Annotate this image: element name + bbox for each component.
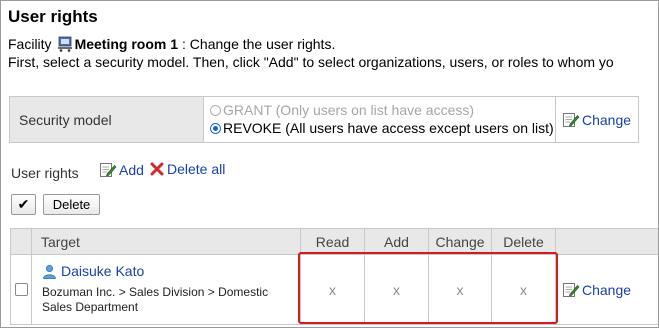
add-permission-value: x (393, 281, 400, 298)
user-name-link[interactable]: Daisuke Kato (61, 263, 144, 279)
user-rights-table: Target Read Add Change Delete Daisuke Ka… (10, 228, 658, 325)
security-model-label: Security model (10, 97, 204, 142)
target-cell: Daisuke Kato Bozuman Inc. > Sales Divisi… (32, 255, 301, 324)
delete-all-button[interactable]: Delete all (150, 161, 225, 177)
org-path: Bozuman Inc. > Sales Division > Domestic… (42, 285, 269, 314)
header-read: Read (301, 229, 365, 254)
revoke-option-label[interactable]: REVOKE (All users have access except use… (223, 120, 554, 136)
user-icon (42, 264, 57, 279)
grant-option: GRANT (Only users on list have access) (210, 101, 555, 119)
header-delete: Delete (492, 229, 556, 254)
security-model-change[interactable]: Change (556, 97, 638, 142)
facility-description: : Change the user rights. (182, 36, 336, 52)
row-change-link[interactable]: Change (582, 282, 631, 298)
facility-label: Facility (8, 36, 52, 52)
user-line[interactable]: Daisuke Kato (42, 263, 282, 279)
user-rights-title: User rights (11, 165, 79, 181)
header-change: Change (429, 229, 492, 254)
security-model-options: GRANT (Only users on list have access) R… (204, 97, 556, 142)
grant-radio (210, 104, 221, 116)
add-link-label[interactable]: Add (119, 162, 144, 178)
target-user: Daisuke Kato Bozuman Inc. > Sales Divisi… (42, 263, 282, 315)
add-document-icon[interactable] (99, 161, 117, 179)
add-permission-cell: x (365, 255, 429, 324)
page-title: User rights (8, 7, 98, 26)
grant-option-label: GRANT (Only users on list have access) (223, 102, 475, 118)
delete-button[interactable]: Delete (43, 194, 100, 215)
header-target: Target (32, 229, 301, 254)
security-model-table: Security model GRANT (Only users on list… (9, 96, 639, 143)
user-rights-screen: User rights Facility Meeting room 1 : Ch… (0, 0, 659, 328)
read-permission-value: x (329, 281, 336, 298)
red-x-icon[interactable] (150, 162, 164, 176)
select-all-button[interactable]: ✔ (11, 194, 36, 215)
security-model-change-link[interactable]: Change (582, 112, 631, 128)
read-permission-cell: x (301, 255, 365, 324)
facility-line: Facility Meeting room 1 : Change the use… (8, 36, 335, 52)
delete-permission-value: x (520, 281, 527, 298)
meeting-room-icon (57, 36, 73, 52)
header-add: Add (365, 229, 429, 254)
header-action-col (556, 229, 658, 254)
change-permission-cell: x (429, 255, 492, 324)
revoke-radio[interactable] (210, 122, 221, 134)
change-permission-value: x (456, 281, 464, 298)
row-checkbox-cell (11, 255, 32, 324)
row-change-cell[interactable]: Change (556, 255, 658, 324)
pencil-edit-icon[interactable] (562, 111, 580, 129)
pencil-edit-icon[interactable] (562, 281, 580, 299)
delete-all-link-label[interactable]: Delete all (167, 161, 225, 177)
row-checkbox[interactable] (14, 283, 28, 296)
facility-name: Meeting room 1 (74, 36, 179, 52)
instructions-text: First, select a security model. Then, cl… (8, 54, 614, 70)
delete-permission-cell: x (492, 255, 556, 324)
header-checkbox-col (11, 229, 32, 254)
table-row: Daisuke Kato Bozuman Inc. > Sales Divisi… (11, 255, 658, 324)
table-header: Target Read Add Change Delete (11, 229, 658, 255)
add-button[interactable]: Add (99, 161, 144, 179)
revoke-option[interactable]: REVOKE (All users have access except use… (210, 119, 555, 137)
